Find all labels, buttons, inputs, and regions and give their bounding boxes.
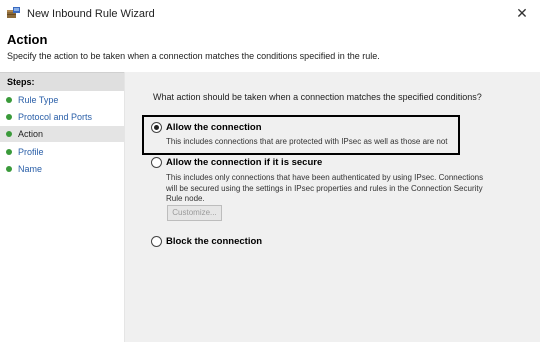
- step-action[interactable]: Action: [0, 126, 124, 142]
- allow-connection-description: This includes connections that are prote…: [166, 137, 448, 146]
- green-bullet-icon: [6, 166, 12, 172]
- steps-header-label: Steps:: [7, 77, 35, 87]
- step-label: Rule Type: [18, 95, 59, 105]
- green-bullet-icon: [6, 131, 12, 137]
- title-bar: New Inbound Rule Wizard ✕: [0, 0, 540, 26]
- step-name[interactable]: Name: [0, 161, 124, 177]
- green-bullet-icon: [6, 149, 12, 155]
- action-question: What action should be taken when a conne…: [153, 92, 482, 102]
- steps-panel: Steps: Rule Type Protocol and Ports Acti…: [0, 72, 125, 342]
- page-title: Action: [7, 32, 48, 47]
- close-icon: ✕: [516, 5, 528, 21]
- page-description: Specify the action to be taken when a co…: [7, 51, 380, 61]
- firewall-rule-icon: [6, 6, 21, 20]
- step-label: Protocol and Ports: [18, 112, 93, 122]
- allow-secure-description: This includes only connections that have…: [166, 173, 484, 203]
- step-label: Action: [18, 129, 44, 139]
- step-profile[interactable]: Profile: [0, 144, 124, 160]
- steps-header: Steps:: [0, 72, 124, 91]
- green-bullet-icon: [6, 114, 12, 120]
- step-protocol-and-ports[interactable]: Protocol and Ports: [0, 109, 124, 125]
- block-connection-radio[interactable]: [151, 236, 162, 247]
- highlight-box: [142, 115, 460, 155]
- close-button[interactable]: ✕: [504, 0, 540, 26]
- customize-button[interactable]: Customize...: [167, 205, 222, 221]
- allow-connection-radio[interactable]: [151, 122, 162, 133]
- allow-secure-label[interactable]: Allow the connection if it is secure: [166, 157, 322, 168]
- step-label: Profile: [18, 147, 44, 157]
- step-label: Name: [18, 164, 43, 174]
- window-title: New Inbound Rule Wizard: [27, 8, 155, 20]
- allow-connection-label[interactable]: Allow the connection: [166, 122, 262, 133]
- main-content: What action should be taken when a conne…: [125, 72, 540, 342]
- green-bullet-icon: [6, 97, 12, 103]
- step-rule-type[interactable]: Rule Type: [0, 92, 124, 108]
- allow-secure-radio[interactable]: [151, 157, 162, 168]
- block-connection-label[interactable]: Block the connection: [166, 236, 262, 247]
